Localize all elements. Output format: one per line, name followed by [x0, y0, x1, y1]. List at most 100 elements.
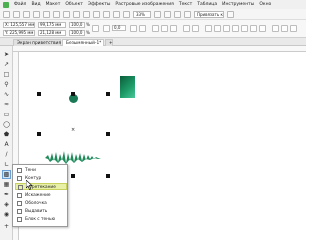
drop-shadow-tool-icon[interactable]: ▩: [2, 170, 11, 179]
menu-window[interactable]: Окно: [259, 2, 271, 7]
boundary-icon[interactable]: [259, 25, 266, 32]
text-tool-icon[interactable]: A: [2, 140, 11, 149]
menu-layout[interactable]: Макет: [46, 2, 61, 7]
artistic-media-icon[interactable]: ≈: [2, 100, 11, 109]
interactive-fill-icon[interactable]: ◈: [2, 200, 11, 209]
tab-welcome-screen[interactable]: Экран приветствия: [13, 39, 61, 46]
to-front-icon[interactable]: [281, 25, 288, 32]
selection-handle-middle-left[interactable]: [37, 132, 41, 136]
weld-icon[interactable]: [205, 25, 212, 32]
snap-to-select[interactable]: Привязать к: [194, 10, 224, 18]
y-position-field[interactable]: Y: 225,995 мм: [3, 30, 35, 36]
save-icon[interactable]: [23, 10, 30, 18]
add-tool-icon[interactable]: +: [2, 222, 11, 231]
selection-handle-middle-right[interactable]: [106, 132, 110, 136]
scale-x-field[interactable]: 100,0: [69, 22, 85, 28]
new-tab-button[interactable]: +: [105, 39, 113, 46]
simplify-icon[interactable]: [232, 25, 239, 32]
zoom-level-select[interactable]: 33%: [133, 10, 151, 18]
selection-handle-top-center[interactable]: [71, 92, 75, 96]
align-icon[interactable]: [272, 25, 279, 32]
selection-handle-bottom-center[interactable]: [71, 174, 75, 178]
selection-handle-top-left[interactable]: [37, 92, 41, 96]
ellipse-tool-icon[interactable]: ◯: [2, 120, 11, 129]
pick-tool-icon[interactable]: ➤: [2, 50, 11, 59]
zoom-tool-icon[interactable]: ⚲: [2, 80, 11, 89]
ungroup-all-icon[interactable]: [170, 25, 177, 32]
flyout-item-drop-shadow[interactable]: Тени: [15, 167, 67, 174]
to-back-icon[interactable]: [290, 25, 297, 32]
mirror-horizontal-icon[interactable]: [130, 25, 137, 32]
menu-file[interactable]: Файл: [14, 2, 26, 7]
grid-icon[interactable]: [174, 10, 181, 18]
paste-icon[interactable]: [63, 10, 70, 18]
front-minus-back-icon[interactable]: [241, 25, 248, 32]
polygon-tool-icon[interactable]: ⬟: [2, 130, 11, 139]
publish-pdf-icon[interactable]: [123, 10, 130, 18]
scale-y-field[interactable]: 100,0: [69, 30, 85, 36]
import-icon[interactable]: [103, 10, 110, 18]
rectangle-tool-icon[interactable]: ▭: [2, 110, 11, 119]
parallel-dimension-icon[interactable]: ∕: [2, 150, 11, 159]
eyedropper-tool-icon[interactable]: ✒: [2, 190, 11, 199]
tab-untitled-1[interactable]: Безымянный-1*×: [62, 39, 108, 46]
flyout-item-block-shadow[interactable]: Блок с тенью: [15, 216, 67, 223]
menu-tools[interactable]: Инструменты: [222, 2, 254, 7]
break-apart-icon[interactable]: [192, 25, 199, 32]
freehand-tool-icon[interactable]: ∿: [2, 90, 11, 99]
redo-icon[interactable]: [83, 10, 90, 18]
smart-fill-icon[interactable]: ◉: [2, 210, 11, 219]
search-icon[interactable]: [93, 10, 100, 18]
gradient-rectangle[interactable]: [120, 76, 135, 98]
x-position-field[interactable]: X: 125,557 мм: [3, 22, 35, 28]
mirror-vertical-icon[interactable]: [139, 25, 146, 32]
menu-view[interactable]: Вид: [31, 2, 40, 7]
width-field[interactable]: 99,175 мм: [38, 22, 66, 28]
back-minus-front-icon[interactable]: [250, 25, 257, 32]
shape-tool-icon[interactable]: ↗: [2, 60, 11, 69]
extrude-icon: [17, 209, 22, 214]
angle-field[interactable]: 0,0: [112, 25, 126, 31]
new-document-icon[interactable]: [3, 10, 10, 18]
export-icon[interactable]: [113, 10, 120, 18]
height-field[interactable]: 21,128 мм: [38, 30, 66, 36]
group-icon[interactable]: [152, 25, 159, 32]
rotate-icon[interactable]: [103, 25, 110, 32]
ungroup-icon[interactable]: [161, 25, 168, 32]
intersect-icon[interactable]: [223, 25, 230, 32]
transparency-tool-icon[interactable]: ▦: [2, 180, 11, 189]
settings-icon[interactable]: [227, 10, 234, 18]
menu-text[interactable]: Текст: [179, 2, 192, 7]
selection-handle-bottom-right[interactable]: [106, 174, 110, 178]
menu-bitmaps[interactable]: Растровые изображения: [115, 2, 173, 7]
flyout-item-envelope[interactable]: Оболочка: [15, 200, 67, 207]
flyout-item-extrude[interactable]: Выдавить: [15, 208, 67, 215]
menu-table[interactable]: Таблица: [197, 2, 217, 7]
copy-icon[interactable]: [53, 10, 60, 18]
selection-center-marker: ×: [71, 127, 76, 133]
flyout-item-distort[interactable]: Искажение: [15, 192, 67, 199]
print-icon[interactable]: [33, 10, 40, 18]
percent-unit: %: [86, 22, 90, 27]
combine-icon[interactable]: [183, 25, 190, 32]
cut-icon[interactable]: [43, 10, 50, 18]
flyout-item-blend[interactable]: Перетекание: [15, 183, 67, 190]
open-icon[interactable]: [13, 10, 20, 18]
connector-tool-icon[interactable]: ∟: [2, 160, 11, 169]
trim-icon[interactable]: [214, 25, 221, 32]
flyout-item-contour[interactable]: Контур: [15, 175, 67, 182]
lock-ratio-icon[interactable]: [92, 25, 99, 32]
guidelines-icon[interactable]: [184, 10, 191, 18]
percent-unit-2: %: [86, 30, 90, 35]
crop-tool-icon[interactable]: □: [2, 70, 11, 79]
menu-effects[interactable]: Эффекты: [88, 2, 111, 7]
document-tab-bar: Экран приветствия Безымянный-1*× +: [0, 38, 306, 46]
undo-icon[interactable]: [73, 10, 80, 18]
rulers-icon[interactable]: [164, 10, 171, 18]
full-screen-icon[interactable]: [154, 10, 161, 18]
standard-toolbar: 33% Привязать к: [0, 9, 306, 20]
selection-handle-top-right[interactable]: [106, 92, 110, 96]
contour-icon: [17, 176, 22, 181]
menu-object[interactable]: Объект: [65, 2, 83, 7]
flyout-item-label: Оболочка: [25, 201, 47, 206]
